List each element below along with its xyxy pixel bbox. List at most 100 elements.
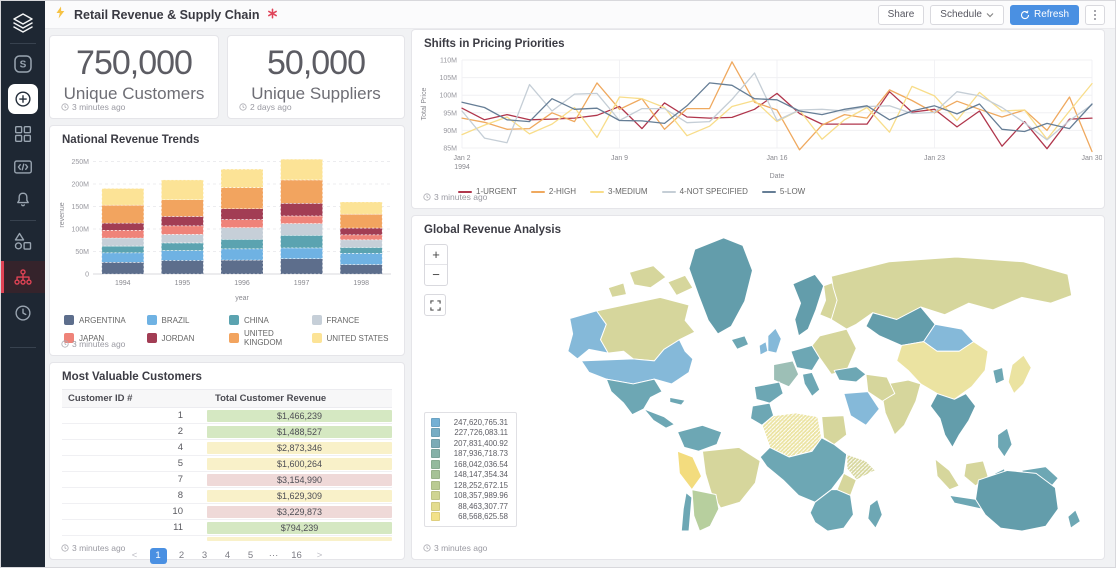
map-zoom-in-button[interactable]: +	[425, 245, 447, 265]
last-updated: 3 minutes ago	[61, 339, 125, 349]
legend-item[interactable]: FRANCE	[312, 315, 395, 325]
bar-segment	[221, 228, 263, 240]
page-button[interactable]: 1	[150, 548, 167, 564]
page-button[interactable]: 5	[243, 548, 259, 564]
table-header[interactable]: Customer ID # Total Customer Revenue	[62, 389, 392, 408]
svg-text:250M: 250M	[71, 159, 89, 166]
legend-item[interactable]: 5-LOW	[762, 187, 805, 196]
legend-item[interactable]: 2-HIGH	[531, 187, 576, 196]
svg-text:50M: 50M	[75, 249, 89, 256]
sql-editor-icon[interactable]	[10, 154, 36, 180]
last-updated: 3 minutes ago	[423, 192, 487, 202]
dashboard-app: S Retail Revenue & Supply Chain	[0, 0, 1116, 568]
bar-segment	[221, 209, 263, 220]
layers-logo-icon[interactable]	[10, 10, 36, 36]
refresh-button[interactable]: Refresh	[1010, 5, 1079, 25]
svg-text:105M: 105M	[439, 75, 457, 82]
bar-segment	[340, 253, 382, 264]
expand-icon	[430, 300, 441, 311]
map-legend-item: 227,726,083.11	[431, 428, 508, 437]
svg-text:Jan 30: Jan 30	[1081, 155, 1102, 162]
bar-segment	[161, 216, 203, 225]
svg-text:95M: 95M	[443, 110, 457, 117]
bar-segment	[161, 180, 203, 200]
revenue-trends-bar-chart[interactable]: 050M100M150M200M250M19941995199619971998…	[55, 148, 399, 306]
legend-item[interactable]: JORDAN	[147, 329, 230, 347]
bar-segment	[102, 205, 144, 223]
table-row[interactable]: 7$3,154,990	[62, 472, 392, 488]
world-map[interactable]	[434, 232, 1094, 532]
bar-segment	[102, 189, 144, 206]
svg-text:85M: 85M	[443, 146, 457, 153]
table-row[interactable]: 1$1,466,239	[62, 408, 392, 424]
bar-segment	[221, 188, 263, 209]
bolt-icon	[55, 6, 66, 24]
clock-icon	[61, 103, 69, 111]
map-zoom-out-button[interactable]: −	[425, 265, 447, 285]
bar-segment	[161, 261, 203, 275]
big-number-label: Unique Suppliers	[228, 84, 404, 104]
bar-segment	[340, 235, 382, 240]
alerts-bell-icon[interactable]	[10, 187, 36, 213]
schedule-button[interactable]: Schedule	[930, 5, 1004, 25]
svg-text:Total Price: Total Price	[421, 88, 428, 121]
dashboards-grid-icon[interactable]	[10, 121, 36, 147]
legend-item[interactable]: 3-MEDIUM	[590, 187, 648, 196]
add-new-button[interactable]	[8, 84, 38, 114]
legend-item[interactable]: BRAZIL	[147, 315, 230, 325]
pricing-line-chart[interactable]: 85M90M95M100M105M110MJan 21994Jan 9Jan 1…	[416, 52, 1102, 180]
bar-segment	[281, 216, 323, 224]
bar-segment	[340, 228, 382, 235]
svg-text:1995: 1995	[175, 280, 191, 287]
share-button[interactable]: Share	[878, 5, 925, 25]
page-button[interactable]: 4	[220, 548, 236, 564]
table-row[interactable]: 4$2,873,346	[62, 440, 392, 456]
top-bar: Retail Revenue & Supply Chain Share Sche…	[45, 1, 1115, 29]
svg-text:100M: 100M	[439, 93, 457, 100]
panel-global-revenue-map: Global Revenue Analysis + −	[411, 215, 1105, 560]
workspace-s-button[interactable]: S	[10, 51, 36, 77]
legend-item[interactable]: CHINA	[229, 315, 312, 325]
map-color-legend: 247,620,765.31227,726,083.11207,831,400.…	[424, 412, 517, 528]
bar-segment	[340, 240, 382, 248]
bar-segment	[102, 253, 144, 262]
svg-text:1997: 1997	[294, 280, 310, 287]
map-fullscreen-button[interactable]	[424, 294, 446, 316]
legend-item[interactable]: UNITED STATES	[312, 329, 395, 347]
more-menu-button[interactable]	[1085, 5, 1105, 25]
big-number-label: Unique Customers	[50, 84, 218, 104]
bar-segment	[221, 169, 263, 187]
legend-item[interactable]: ARGENTINA	[64, 315, 147, 325]
kebab-icon	[1094, 10, 1096, 20]
bar-segment	[281, 203, 323, 216]
clock-icon	[239, 103, 247, 111]
last-updated: 2 days ago	[239, 102, 292, 112]
table-row[interactable]: 5$1,600,264	[62, 456, 392, 472]
page-button[interactable]: ···	[266, 548, 282, 564]
page-prev-button[interactable]: <	[127, 548, 143, 564]
map-legend-item: 108,357,989.96	[431, 491, 508, 500]
flow-hierarchy-icon[interactable]	[1, 261, 45, 293]
table-row[interactable]: 11$794,239	[62, 520, 392, 536]
table-row[interactable]: 2$1,488,527	[62, 424, 392, 440]
partial-row	[207, 537, 392, 541]
history-clock-icon[interactable]	[10, 300, 36, 326]
bar-segment	[102, 230, 144, 238]
panel-title: National Revenue Trends	[62, 134, 392, 146]
page-next-button[interactable]: >	[312, 548, 328, 564]
page-button[interactable]: 2	[174, 548, 190, 564]
page-button[interactable]: 3	[197, 548, 213, 564]
shapes-icon[interactable]	[10, 228, 36, 254]
page-button[interactable]: 16	[289, 548, 305, 564]
svg-text:100M: 100M	[71, 227, 89, 234]
legend-item[interactable]: UNITED KINGDOM	[229, 329, 312, 347]
table-row[interactable]: 10$3,229,873	[62, 504, 392, 520]
bar-segment	[281, 180, 323, 203]
big-number-value: 50,000	[228, 44, 404, 83]
bar-segment	[281, 259, 323, 274]
legend-item[interactable]: 4-NOT SPECIFIED	[662, 187, 748, 196]
table-row[interactable]: 8$1,629,309	[62, 488, 392, 504]
map-legend-item: 68,568,625.58	[431, 512, 508, 521]
svg-text:Date: Date	[770, 173, 785, 180]
svg-text:90M: 90M	[443, 128, 457, 135]
